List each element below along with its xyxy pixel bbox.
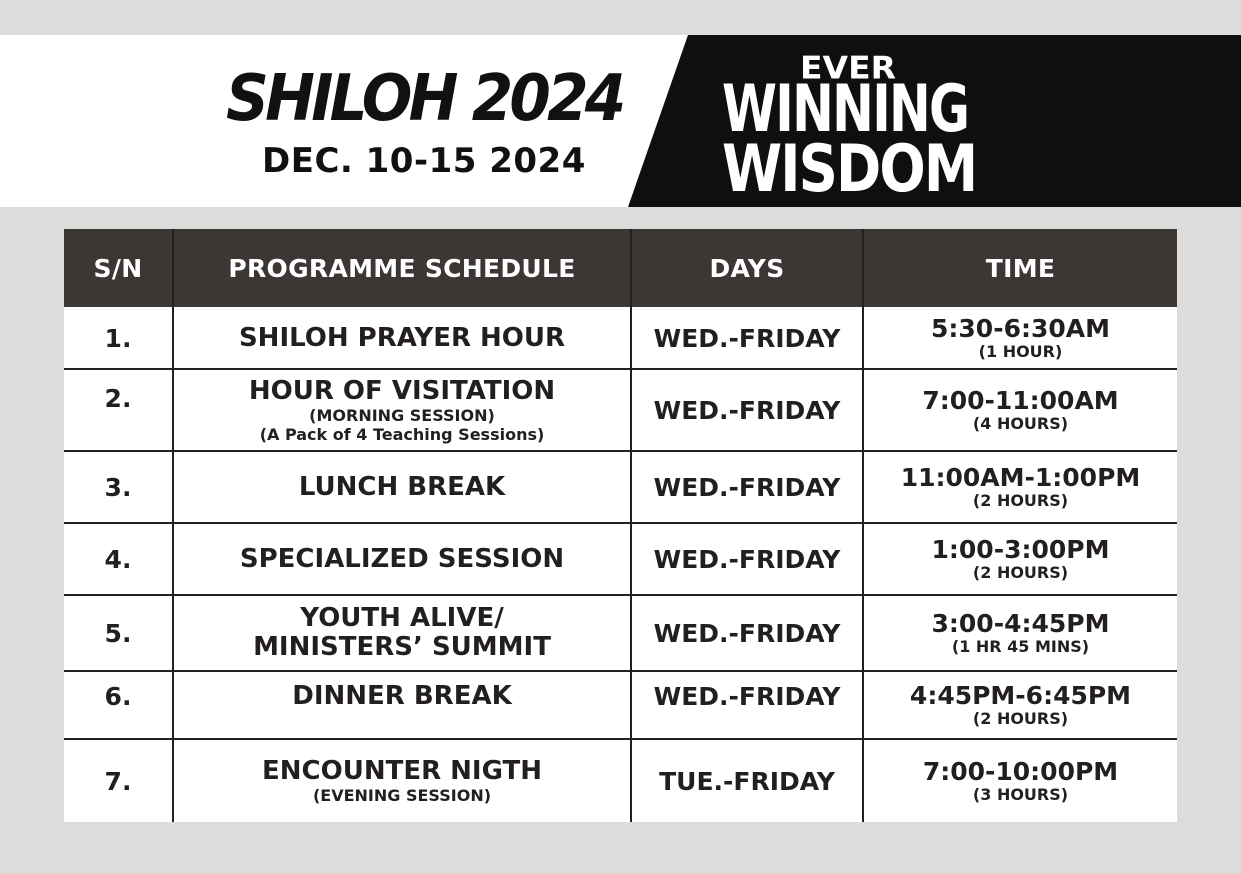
programme-title: LUNCH BREAK (298, 471, 506, 502)
row-programme: YOUTH ALIVE/ MINISTERS’ SUMMIT (174, 596, 630, 670)
row-time: 5:30-6:30AM (1 HOUR) (864, 307, 1177, 369)
row-time: 7:00-10:00PM (3 HOURS) (864, 740, 1177, 822)
time-duration: (2 HOURS) (972, 562, 1069, 582)
row-programme: HOUR OF VISITATION (MORNING SESSION) (A … (174, 370, 630, 450)
row-programme: SHILOH PRAYER HOUR (174, 307, 630, 369)
row-programme: LUNCH BREAK (174, 452, 630, 522)
programme-title: HOUR OF VISITATION (248, 375, 556, 406)
time-range: 11:00AM-1:00PM (900, 462, 1141, 492)
table-header: S/N PROGRAMME SCHEDULE DAYS TIME (64, 229, 1177, 307)
programme-schedule-table: S/N PROGRAMME SCHEDULE DAYS TIME 1. SHIL… (64, 229, 1177, 822)
row-programme: ENCOUNTER NIGTH (EVENING SESSION) (174, 740, 630, 822)
table-row: 7. ENCOUNTER NIGTH (EVENING SESSION) TUE… (64, 740, 1177, 822)
time-range: 1:00-3:00PM (931, 534, 1110, 564)
table-row: 2. HOUR OF VISITATION (MORNING SESSION) … (64, 370, 1177, 450)
programme-subtitle: (EVENING SESSION) (312, 786, 492, 805)
banner: SHILOH 2024 DEC. 10-15 2024 EVER WINNING… (0, 35, 1241, 207)
row-sn: 4. (104, 544, 132, 574)
row-programme: SPECIALIZED SESSION (174, 524, 630, 594)
row-time: 11:00AM-1:00PM (2 HOURS) (864, 452, 1177, 522)
time-range: 5:30-6:30AM (931, 313, 1110, 343)
row-sn: 2. (104, 384, 132, 413)
table-row: 6. DINNER BREAK WED.-FRIDAY 4:45PM-6:45P… (64, 672, 1177, 738)
time-range: 3:00-4:45PM (931, 608, 1110, 638)
table-row: 5. YOUTH ALIVE/ MINISTERS’ SUMMIT WED.-F… (64, 596, 1177, 670)
header-time: TIME (985, 253, 1056, 283)
time-duration: (3 HOURS) (972, 784, 1069, 804)
time-duration: (2 HOURS) (972, 490, 1069, 510)
theme-line-wisdom: WISDOM (722, 130, 978, 207)
time-range: 7:00-10:00PM (922, 756, 1119, 786)
programme-note: (A Pack of 4 Teaching Sessions) (259, 424, 545, 444)
header-sn: S/N (93, 253, 143, 283)
row-sn: 1. (104, 323, 132, 353)
row-sn: 5. (104, 618, 132, 648)
row-days: WED.-FRIDAY (653, 395, 841, 425)
time-duration: (1 HR 45 MINS) (951, 636, 1090, 656)
row-days: TUE.-FRIDAY (659, 766, 835, 796)
table-row: 1. SHILOH PRAYER HOUR WED.-FRIDAY 5:30-6… (64, 307, 1177, 369)
table-row: 4. SPECIALIZED SESSION WED.-FRIDAY 1:00-… (64, 524, 1177, 594)
schedule-flyer: SHILOH 2024 DEC. 10-15 2024 EVER WINNING… (0, 0, 1241, 874)
time-range: 4:45PM-6:45PM (909, 680, 1132, 710)
row-time: 1:00-3:00PM (2 HOURS) (864, 524, 1177, 594)
row-days: WED.-FRIDAY (653, 682, 841, 711)
row-sn: 6. (104, 682, 132, 711)
event-title: SHILOH 2024 (226, 62, 626, 136)
header-programme: PROGRAMME SCHEDULE (228, 253, 576, 283)
time-duration: (2 HOURS) (972, 708, 1069, 728)
time-duration: (1 HOUR) (978, 341, 1063, 361)
row-sn: 7. (104, 766, 132, 796)
programme-title-line2: MINISTERS’ SUMMIT (253, 632, 551, 662)
row-days: WED.-FRIDAY (653, 472, 841, 502)
programme-title: YOUTH ALIVE/ (300, 603, 504, 633)
time-range: 7:00-11:00AM (922, 385, 1119, 415)
programme-title: ENCOUNTER NIGTH (262, 756, 542, 786)
row-time: 3:00-4:45PM (1 HR 45 MINS) (864, 596, 1177, 670)
row-days: WED.-FRIDAY (653, 544, 841, 574)
row-time: 7:00-11:00AM (4 HOURS) (864, 370, 1177, 450)
row-programme: DINNER BREAK (174, 672, 630, 738)
header-days: DAYS (709, 253, 785, 283)
row-time: 4:45PM-6:45PM (2 HOURS) (864, 672, 1177, 738)
programme-title: SPECIALIZED SESSION (239, 543, 565, 574)
row-days: WED.-FRIDAY (653, 618, 841, 648)
programme-title: SHILOH PRAYER HOUR (238, 322, 566, 353)
time-duration: (4 HOURS) (972, 413, 1069, 433)
row-days: WED.-FRIDAY (653, 323, 841, 353)
event-dates: DEC. 10-15 2024 (262, 141, 586, 181)
table-row: 3. LUNCH BREAK WED.-FRIDAY 11:00AM-1:00P… (64, 452, 1177, 522)
programme-title: DINNER BREAK (292, 681, 512, 711)
programme-subtitle: (MORNING SESSION) (309, 405, 495, 425)
row-sn: 3. (104, 472, 132, 502)
